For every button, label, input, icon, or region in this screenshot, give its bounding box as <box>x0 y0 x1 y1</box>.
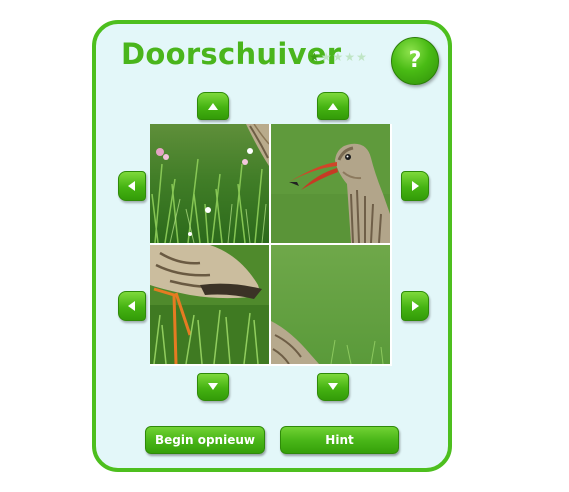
star-icon: ★ <box>356 50 368 64</box>
shift-row-2-right-button[interactable] <box>401 291 429 321</box>
restart-button[interactable]: Begin opnieuw <box>145 426 265 454</box>
puzzle-tile[interactable] <box>150 124 269 243</box>
arrow-right-icon <box>412 181 419 191</box>
puzzle-tile[interactable] <box>271 245 390 364</box>
tile-image <box>150 245 269 364</box>
shift-column-2-up-button[interactable] <box>317 92 349 120</box>
hint-button[interactable]: Hint <box>280 426 399 454</box>
puzzle-board <box>150 124 392 366</box>
shift-column-1-up-button[interactable] <box>197 92 229 120</box>
arrow-left-icon <box>128 301 135 311</box>
puzzle-tile[interactable] <box>271 124 390 243</box>
shift-row-1-right-button[interactable] <box>401 171 429 201</box>
arrow-up-icon <box>208 103 218 110</box>
arrow-down-icon <box>208 383 218 390</box>
arrow-left-icon <box>128 181 135 191</box>
shift-row-1-left-button[interactable] <box>118 171 146 201</box>
shift-row-2-left-button[interactable] <box>118 291 146 321</box>
help-button[interactable]: ? <box>391 37 439 85</box>
arrow-down-icon <box>328 383 338 390</box>
tile-image <box>271 245 390 364</box>
arrow-right-icon <box>412 301 419 311</box>
shift-column-2-down-button[interactable] <box>317 373 349 401</box>
arrow-up-icon <box>328 103 338 110</box>
star-icon: ★ <box>309 50 321 64</box>
shift-column-1-down-button[interactable] <box>197 373 229 401</box>
star-icon: ★ <box>332 50 345 64</box>
difficulty-stars: ★★★★★ <box>309 50 368 64</box>
puzzle-tile[interactable] <box>150 245 269 364</box>
star-icon: ★ <box>344 50 357 64</box>
tile-image <box>150 124 269 243</box>
star-icon: ★ <box>320 50 333 64</box>
tile-image <box>271 124 390 243</box>
